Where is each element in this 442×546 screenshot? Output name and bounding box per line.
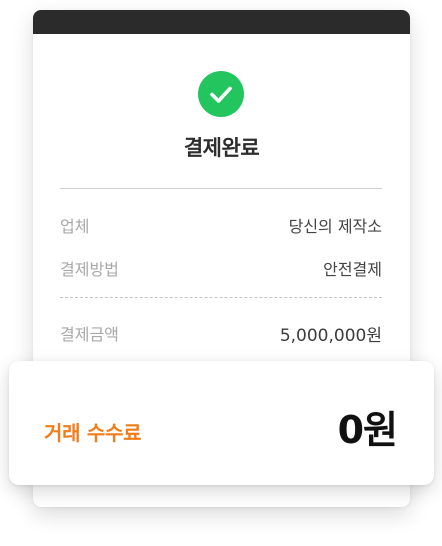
page-title: 결제완료 (183, 136, 260, 160)
payment-amount-value: 5,000,000원 (279, 326, 382, 346)
payment-method-value: 안전결제 (323, 260, 382, 279)
check-circle-icon (198, 71, 244, 117)
transaction-fee-label: 거래 수수료 (44, 421, 142, 445)
merchant-value: 당신의 제작소 (288, 217, 382, 236)
transaction-fee-card: 거래 수수료 0원 (9, 361, 434, 485)
receipt-header-bar (33, 10, 410, 34)
merchant-label: 업체 (60, 217, 90, 236)
amount-divider (60, 297, 382, 298)
payment-amount-label: 결제금액 (60, 325, 119, 344)
title-divider (60, 188, 382, 189)
transaction-fee-value: 0원 (337, 408, 398, 452)
payment-complete-screen: 결제완료 업체 당신의 제작소 결제방법 안전결제 결제금액 5,000,000… (0, 0, 442, 546)
payment-method-label: 결제방법 (60, 260, 119, 279)
